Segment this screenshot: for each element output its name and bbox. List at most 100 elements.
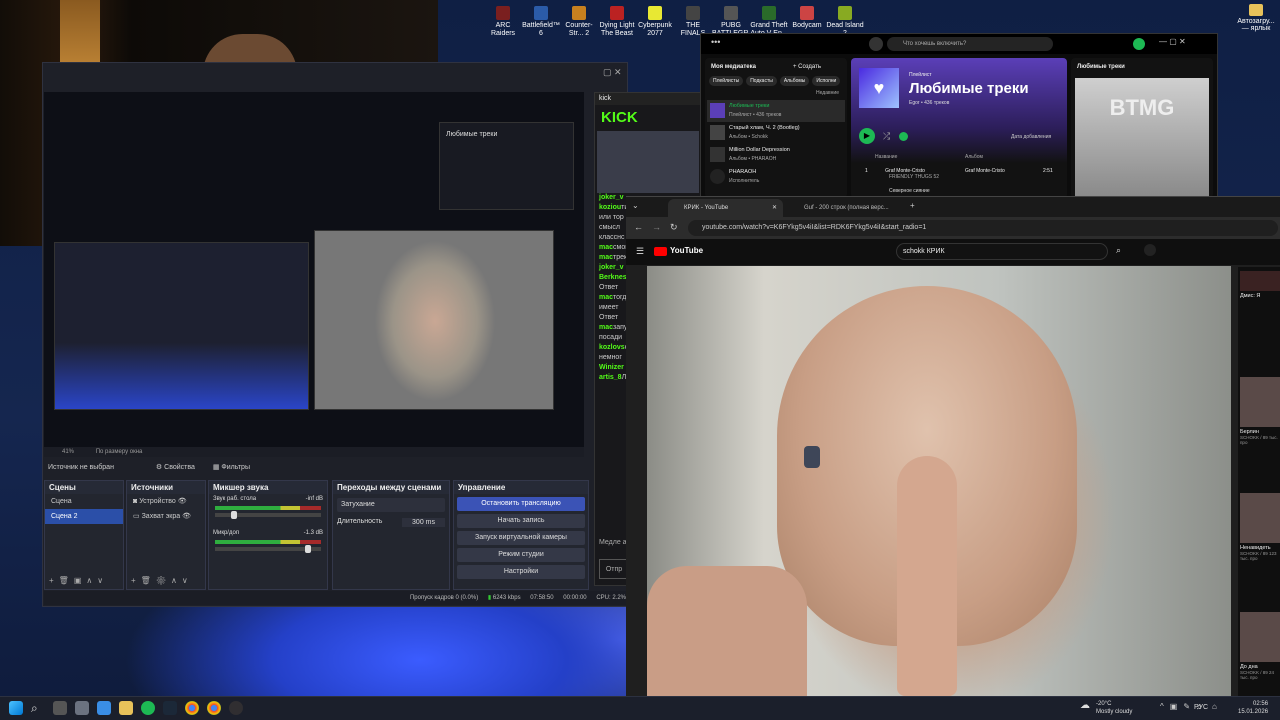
desktop-icon[interactable]: Battlefield™ 6 <box>522 6 560 38</box>
settings-button[interactable]: Настройки <box>457 565 585 579</box>
task-view-icon[interactable] <box>53 701 67 715</box>
library-filter-chip[interactable]: Подкасты <box>746 76 777 86</box>
tab-youtube[interactable]: КРИК - YouTube ✕ <box>668 199 783 217</box>
window-controls[interactable]: — ▢ ✕ <box>1159 37 1186 46</box>
network-icon[interactable]: ⌂ <box>1212 702 1217 711</box>
library-filter-chip[interactable]: Альбомы <box>779 76 810 86</box>
recommendation-item[interactable]: До дна SCHOKK / 89 24 тыс. про <box>1240 612 1280 680</box>
chat-username[interactable]: mac <box>599 254 613 261</box>
virtual-camera-button[interactable]: Запуск виртуальной камеры <box>457 531 585 545</box>
chat-username[interactable]: kozlovs <box>599 344 625 351</box>
spotify-search-input[interactable]: Что хочешь включить? <box>887 37 1053 51</box>
hamburger-icon[interactable]: ☰ <box>636 246 644 257</box>
chat-username[interactable]: artis_8 <box>599 374 622 381</box>
new-tab-icon[interactable]: + <box>910 201 915 210</box>
clock[interactable]: 02:56 15.01.2026 <box>1238 700 1268 716</box>
sort-date-added[interactable]: Дата добавления <box>1011 134 1051 140</box>
obs-icon[interactable] <box>229 701 243 715</box>
video-player[interactable] <box>647 266 1231 696</box>
weather-widget[interactable]: -20°C Mostly cloudy <box>1096 700 1132 716</box>
tab-menu-icon[interactable]: ⌄ <box>632 201 639 210</box>
library-item[interactable]: PHARAOH Исполнитель <box>707 166 845 188</box>
chat-username[interactable]: Winizer <box>599 364 624 371</box>
volume-slider[interactable] <box>215 545 321 553</box>
eye-icon[interactable]: 👁 <box>182 513 191 520</box>
shuffle-icon[interactable]: ⤮ <box>883 131 890 142</box>
chat-username[interactable]: mac <box>599 324 613 331</box>
home-icon[interactable] <box>869 37 883 51</box>
library-item[interactable]: Старый хлам, Ч. 2 (Bootleg) Альбом • Scho… <box>707 122 845 144</box>
settings-icon[interactable] <box>75 701 89 715</box>
scene-item[interactable]: Сцена <box>45 494 123 509</box>
library-filter-chip[interactable]: Плейлисты <box>709 76 744 86</box>
recommendation-item[interactable]: Ненавидеть SCHOKK / 89 123 тыс. про <box>1240 493 1280 561</box>
steam-icon[interactable] <box>163 701 177 715</box>
sources-toolbar[interactable]: +🗑⚙∧∨ <box>131 576 193 585</box>
source-item[interactable]: ▭ Захват экра 👁 <box>127 509 205 524</box>
search-icon[interactable]: ⌕ <box>31 701 45 715</box>
desktop-icon-autostart[interactable]: Автозагру... — ярлык <box>1236 4 1276 32</box>
download-icon[interactable] <box>899 132 908 141</box>
stop-stream-button[interactable]: Остановить трансляцию <box>457 497 585 511</box>
chat-username[interactable]: joker_v <box>599 264 624 271</box>
chat-username[interactable]: joker_v <box>599 194 624 201</box>
tab-guf[interactable]: Guf - 200 строк (полная верс... <box>788 199 908 217</box>
library-filter-chip[interactable]: Исполни <box>812 76 841 86</box>
menu-icon[interactable]: ••• <box>711 37 720 47</box>
duration-input[interactable]: 300 ms <box>402 518 445 527</box>
scenes-toolbar[interactable]: +🗑▣∧∨ <box>49 576 108 585</box>
desktop-icon[interactable]: Cyberpunk 2077 <box>636 6 674 38</box>
volume-slider[interactable] <box>215 511 321 519</box>
spotify-icon[interactable] <box>141 701 155 715</box>
youtube-search-input[interactable]: schokk КРИК <box>896 243 1108 260</box>
play-button[interactable]: ▶ <box>859 128 875 144</box>
chrome-icon[interactable] <box>207 701 221 715</box>
maximize-icon[interactable]: ▢ <box>603 67 612 77</box>
slider-handle[interactable] <box>305 545 312 553</box>
widgets-icon[interactable] <box>97 701 111 715</box>
folder-icon[interactable] <box>119 701 133 715</box>
reload-icon[interactable]: ↻ <box>670 222 678 233</box>
source-item[interactable]: ◙ Устройство 👁 <box>127 494 205 509</box>
properties-button[interactable]: ⚙ Свойства <box>156 464 195 471</box>
chat-username[interactable]: koziou <box>599 204 621 211</box>
scene-item[interactable]: Сцена 2 <box>45 509 123 524</box>
recommendation-item[interactable]: Дмис: Я <box>1240 271 1280 299</box>
studio-mode-button[interactable]: Режим студии <box>457 548 585 562</box>
chrome-icon[interactable] <box>185 701 199 715</box>
track-row[interactable]: Северное сияние <box>889 188 930 194</box>
mic-icon[interactable] <box>1144 244 1156 256</box>
forward-icon[interactable]: → <box>652 222 661 232</box>
library-item[interactable]: Любимые треки Плейлист • 436 треков <box>707 100 845 122</box>
youtube-logo-icon[interactable] <box>654 247 667 256</box>
close-icon[interactable]: ✕ <box>614 67 622 77</box>
url-input[interactable]: youtube.com/watch?v=K6FYkg5v4iI&list=RDK… <box>688 220 1278 236</box>
search-icon[interactable]: ⌕ <box>1116 245 1121 256</box>
avatar[interactable] <box>1133 38 1145 50</box>
desktop-icon[interactable]: ARC Raiders <box>484 6 522 38</box>
chat-username[interactable]: Berknes <box>599 274 627 281</box>
zoom-level[interactable]: 41% <box>62 449 74 455</box>
start-recording-button[interactable]: Начать запись <box>457 514 585 528</box>
track-row[interactable]: 1 Graf Monte-Cristo Graf Monte-Cristo 2:… <box>865 168 1061 180</box>
sort-select[interactable]: Недавние <box>705 86 847 100</box>
filters-button[interactable]: ▦ Фильтры <box>213 464 250 471</box>
create-button[interactable]: + Создать <box>793 64 821 70</box>
chat-username[interactable]: mac <box>599 294 613 301</box>
back-icon[interactable]: ← <box>634 222 643 232</box>
chat-send-button[interactable]: Отпр <box>599 559 629 579</box>
close-icon[interactable]: ✕ <box>772 199 777 217</box>
transition-select[interactable]: Затухание <box>337 498 445 512</box>
chat-username[interactable]: mac <box>599 244 613 251</box>
zoom-mode[interactable]: По размеру окна <box>96 449 143 455</box>
eye-icon[interactable]: 👁 <box>178 498 187 505</box>
library-item[interactable]: Million Dollar Depression Альбом • PHARAO… <box>707 144 845 166</box>
language-indicator[interactable]: РУС <box>1194 704 1208 711</box>
desktop-icon[interactable]: Bodycam <box>788 6 826 30</box>
recommendation-item[interactable]: Берлин SCHOKK / 89 тыс. про <box>1240 377 1280 445</box>
desktop-icon[interactable]: Dying Light The Beast <box>598 6 636 38</box>
desktop-icon[interactable]: Counter-Str... 2 <box>560 6 598 38</box>
start-icon[interactable] <box>9 701 23 715</box>
youtube-logo[interactable]: YouTube <box>670 246 703 255</box>
slider-handle[interactable] <box>230 511 237 519</box>
